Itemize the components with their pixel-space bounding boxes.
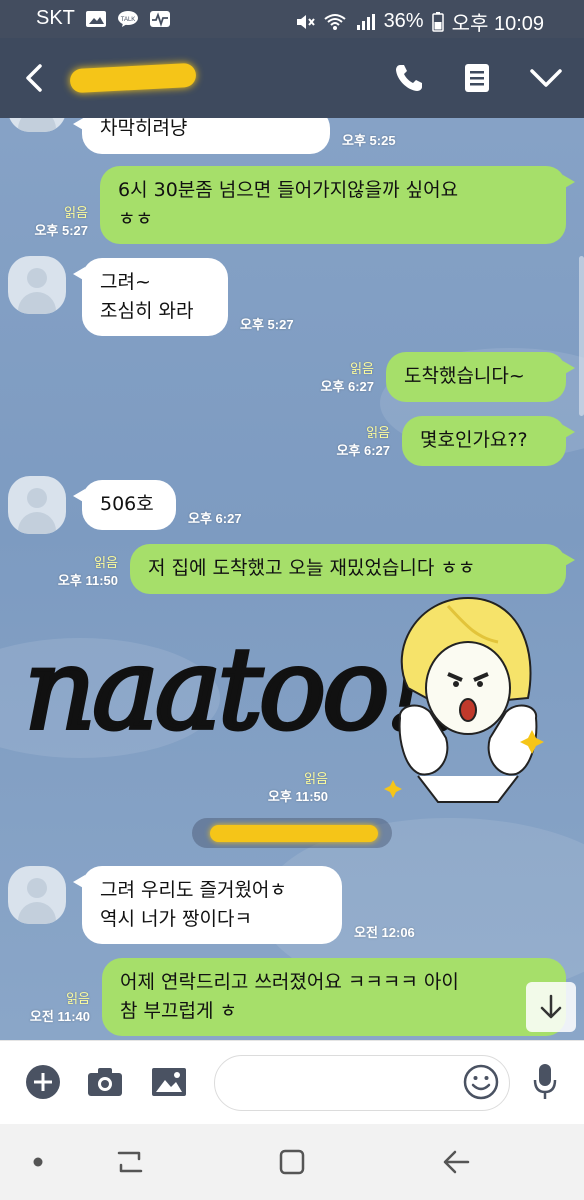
camera-button[interactable] [82, 1059, 128, 1105]
recents-button[interactable] [102, 1138, 158, 1186]
call-button[interactable] [384, 38, 434, 118]
read-receipt: 읽음 [350, 361, 374, 376]
message-bubble-out[interactable]: 저 집에 도착했고 오늘 재밌었습니다 ㅎㅎ [130, 544, 575, 594]
message-meta: 읽음 오후 6:27 [294, 360, 374, 396]
status-bar: SKT TALK 36% 오후 10:09 [0, 0, 584, 38]
message-meta: 읽음 오후 6:27 [310, 424, 390, 460]
add-button[interactable] [20, 1059, 66, 1105]
message-bubble-out[interactable]: 도착했습니다~ [386, 352, 575, 402]
message-input-bar [0, 1040, 584, 1124]
svg-text:TALK: TALK [121, 17, 136, 23]
message-time: 오후 11:50 [57, 573, 118, 588]
avatar[interactable] [8, 118, 66, 132]
gallery-button[interactable] [146, 1059, 192, 1105]
message-time: 오후 6:27 [336, 443, 390, 458]
chevron-down-icon [530, 69, 562, 87]
scrollbar[interactable] [579, 256, 584, 416]
message-bubble-in[interactable]: 차막히려냥 [73, 118, 330, 154]
talk-icon: TALK [117, 10, 138, 27]
message-bubble-in[interactable]: 그려~ 조심히 와라 [73, 258, 228, 336]
message-time: 오후 6:27 [320, 379, 374, 394]
wifi-icon [323, 13, 346, 30]
voice-button[interactable] [522, 1059, 568, 1105]
arrow-down-icon [540, 994, 562, 1019]
read-receipt: 읽음 [66, 991, 90, 1006]
signal-icon [356, 13, 375, 30]
message-meta: 읽음 오전 11:40 [0, 990, 90, 1026]
home-button[interactable] [264, 1138, 320, 1186]
collapse-button[interactable] [520, 38, 572, 118]
message-bubble-in[interactable]: 그려 우리도 즐거웠어ㅎ 역시 너가 짱이다ㅋ [73, 866, 342, 944]
chat-area[interactable]: 차막히려냥 오후 5:25 읽음 오후 5:27 6시 30분좀 넘으면 들어가… [0, 118, 584, 1040]
activity-icon [149, 10, 170, 27]
system-nav-bar [0, 1124, 584, 1200]
clock: 오후 10:09 [451, 13, 544, 35]
date-divider [192, 818, 392, 848]
battery-percent: 36% [383, 10, 424, 32]
gallery-icon [85, 10, 106, 27]
message-time: 오전 12:06 [354, 925, 415, 940]
message-time: 오전 11:40 [29, 1009, 90, 1024]
recents-icon [117, 1151, 143, 1173]
message-time: 오후 11:50 [267, 789, 328, 804]
nav-dot-button[interactable] [10, 1138, 66, 1186]
message-time: 오후 6:27 [188, 511, 242, 526]
message-bubble-out[interactable]: 어제 연락드리고 쓰러졌어요 ㅋㅋㅋㅋ 아이 참 부끄럽게 ㅎ [102, 958, 566, 1036]
back-arrow-icon [443, 1150, 470, 1174]
status-right: 36% 오후 10:09 [294, 7, 544, 36]
smiley-icon [463, 1064, 499, 1100]
message-meta: 읽음 오후 11:50 [28, 554, 118, 590]
read-receipt: 읽음 [64, 205, 88, 220]
read-receipt: 읽음 [304, 771, 328, 786]
back-nav-button[interactable] [428, 1138, 484, 1186]
image-icon [152, 1068, 186, 1096]
message-bubble-out[interactable]: 6시 30분좀 넘으면 들어가지않을까 싶어요 ㅎㅎ [100, 166, 575, 244]
microphone-icon [533, 1064, 557, 1099]
menu-button[interactable] [452, 38, 502, 118]
dot-icon [33, 1157, 43, 1167]
read-receipt: 읽음 [94, 555, 118, 570]
message-time: 오후 5:27 [240, 317, 294, 332]
avatar[interactable] [8, 476, 66, 534]
carrier-label: SKT [36, 7, 75, 29]
message-meta: 읽음 오후 11:50 [238, 770, 328, 806]
message-bubble-out[interactable]: 몇호인가요?? [402, 416, 575, 466]
message-time: 오후 5:27 [34, 223, 88, 238]
scroll-to-bottom-button[interactable] [526, 982, 576, 1032]
battery-icon [431, 11, 444, 32]
home-square-icon [279, 1149, 305, 1175]
emoticon-button[interactable] [458, 1059, 504, 1105]
avatar[interactable] [8, 866, 66, 924]
back-button[interactable] [12, 38, 56, 118]
read-receipt: 읽음 [366, 425, 390, 440]
phone-icon [396, 65, 422, 91]
plus-circle-icon [26, 1065, 60, 1099]
chat-header [0, 38, 584, 118]
back-icon [26, 64, 42, 92]
sticker-image[interactable] [378, 588, 558, 814]
message-bubble-in[interactable]: 506호 [73, 480, 176, 530]
date-redaction [210, 825, 378, 842]
message-time: 오후 5:25 [342, 133, 396, 148]
status-left: SKT TALK [36, 7, 171, 30]
menu-doc-icon [465, 64, 489, 92]
contact-name-redaction [69, 62, 197, 94]
avatar[interactable] [8, 256, 66, 314]
camera-icon [88, 1068, 122, 1096]
message-meta: 읽음 오후 5:27 [8, 204, 88, 240]
mute-icon [296, 14, 315, 29]
